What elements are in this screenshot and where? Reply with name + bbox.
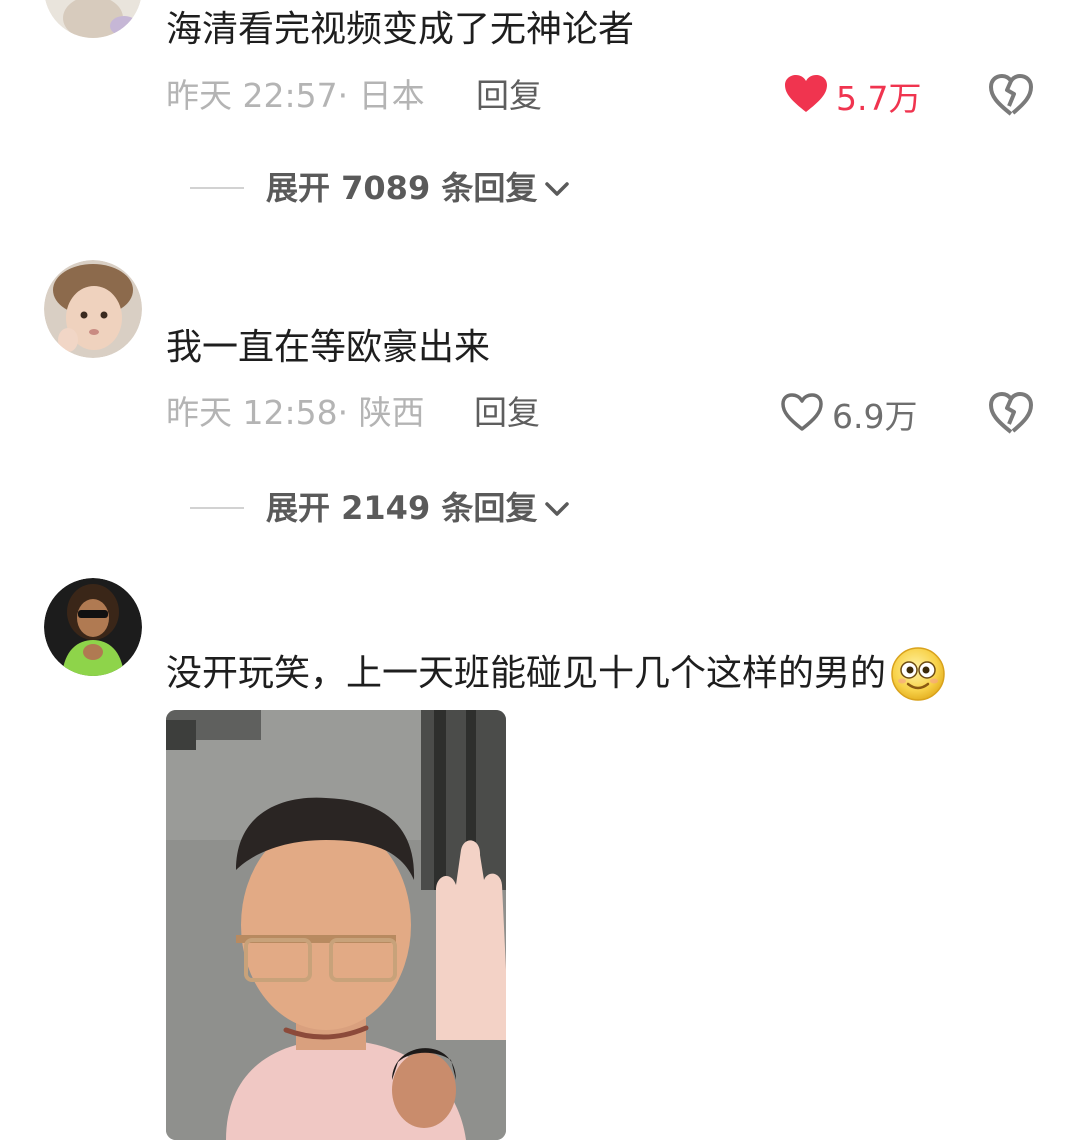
chevron-down-icon	[543, 488, 571, 528]
comment-meta: 昨天 12:58· 陕西	[166, 393, 425, 432]
like-button[interactable]: 6.9万	[780, 392, 917, 441]
chevron-down-icon	[543, 168, 571, 208]
reply-button[interactable]: 回复	[476, 76, 542, 116]
divider	[190, 507, 244, 509]
like-count: 5.7万	[836, 78, 922, 118]
heart-outline-icon	[780, 392, 824, 441]
username-faint	[166, 590, 226, 610]
expand-replies[interactable]: 展开 2149 条回复	[190, 488, 571, 528]
avatar[interactable]	[44, 578, 142, 676]
smiling-face-emoji-icon	[890, 646, 946, 702]
dislike-button[interactable]	[988, 72, 1034, 118]
comment-text: 我一直在等欧豪出来	[166, 327, 491, 368]
like-count: 6.9万	[832, 396, 918, 436]
expand-replies-label: 展开 7089 条回复	[266, 169, 538, 207]
expand-replies[interactable]: 展开 7089 条回复	[190, 168, 571, 208]
divider	[190, 187, 244, 189]
attached-photo[interactable]	[166, 710, 506, 1140]
expand-replies-label: 展开 2149 条回复	[266, 489, 538, 527]
like-button[interactable]: 5.7万	[784, 74, 921, 123]
avatar[interactable]	[44, 260, 142, 358]
heart-filled-icon	[784, 74, 828, 123]
comment-text-body: 没开玩笑，上一天班能碰见十几个这样的男的	[166, 653, 887, 694]
comment-meta: 昨天 22:57· 日本	[166, 76, 425, 115]
avatar[interactable]	[44, 0, 142, 38]
dislike-button[interactable]	[988, 390, 1034, 436]
broken-heart-icon	[989, 74, 1033, 116]
broken-heart-icon	[989, 392, 1033, 434]
comment-text: 海清看完视频变成了无神论者	[166, 9, 635, 50]
reply-button[interactable]: 回复	[474, 393, 540, 433]
comment-text: 没开玩笑，上一天班能碰见十几个这样的男的	[166, 646, 946, 702]
